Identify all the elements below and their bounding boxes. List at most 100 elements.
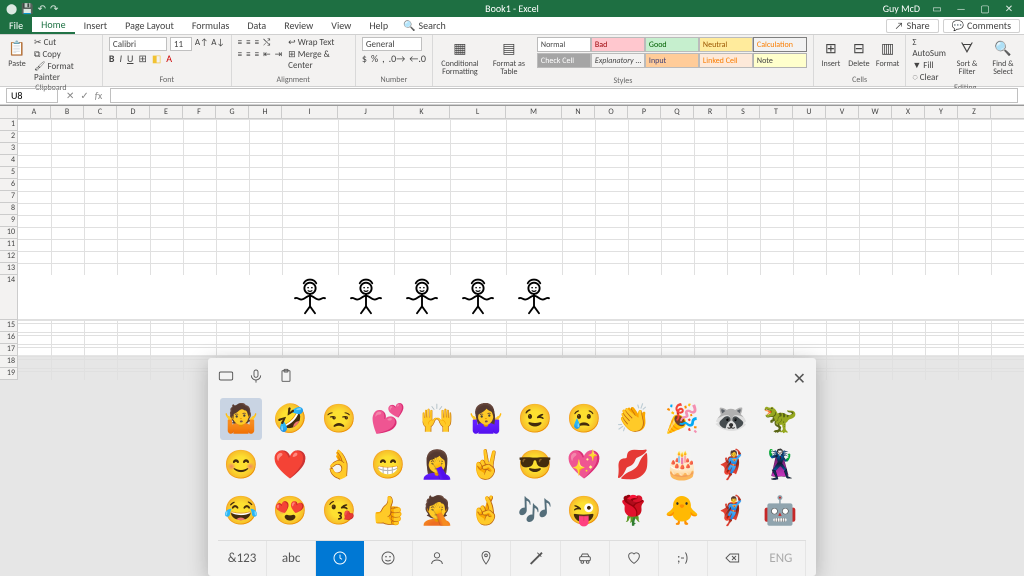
decimal-dec-icon[interactable]: ←.0 (409, 52, 426, 65)
row-header-11[interactable]: 11 (0, 239, 18, 251)
emoji-item[interactable]: 🦖 (759, 398, 801, 440)
emoji-item[interactable]: 👏 (612, 398, 654, 440)
tab-view[interactable]: View (322, 17, 360, 34)
tab-formulas[interactable]: Formulas (183, 17, 238, 34)
emoji-item[interactable]: 🤖 (759, 490, 801, 532)
undo-icon[interactable]: ↶ (38, 2, 46, 15)
redo-icon[interactable]: ↷ (50, 2, 58, 15)
clipboard-icon[interactable] (278, 368, 294, 389)
number-format-select[interactable]: General (362, 37, 422, 51)
col-header-E[interactable]: E (150, 106, 183, 118)
smileys-category-tab[interactable] (364, 541, 413, 576)
style-linked-cell[interactable]: Linked Cell (699, 53, 753, 68)
fill-color-button[interactable]: ◧ (152, 52, 161, 65)
cut-button[interactable]: ✂ Cut (34, 37, 96, 48)
col-header-Z[interactable]: Z (958, 106, 991, 118)
row-header-9[interactable]: 9 (0, 215, 18, 227)
select-all-corner[interactable] (0, 106, 18, 118)
percent-icon[interactable]: % (371, 52, 378, 65)
style-normal[interactable]: Normal (537, 37, 591, 52)
style-check-cell[interactable]: Check Cell (537, 53, 591, 68)
bold-button[interactable]: B (109, 52, 115, 65)
emoji-item[interactable]: 🤷 (220, 398, 262, 440)
emoji-item[interactable]: 😁 (367, 444, 409, 486)
worksheet-grid[interactable]: ABCDEFGHIJKLMNOPQRSTUVWXYZ 1234567891011… (0, 105, 1024, 355)
backspace-button[interactable] (708, 541, 757, 576)
tab-review[interactable]: Review (275, 17, 322, 34)
tab-page-layout[interactable]: Page Layout (116, 17, 183, 34)
cells-area[interactable] (18, 119, 1024, 380)
search-box[interactable]: 🔍 Search (403, 19, 446, 32)
font-color-button[interactable]: A (166, 52, 172, 65)
emoji-item[interactable]: 😊 (220, 444, 262, 486)
col-header-L[interactable]: L (450, 106, 506, 118)
fx-accept-icon[interactable]: ✓ (80, 89, 88, 102)
underline-button[interactable]: U (127, 52, 133, 65)
find-select-icon[interactable]: 🔍 (992, 37, 1014, 59)
emoji-item[interactable]: 🌹 (612, 490, 654, 532)
panel-close-icon[interactable]: ✕ (793, 369, 806, 389)
fill-button[interactable]: ▼ Fill (912, 60, 946, 71)
format-cells-icon[interactable]: ▥ (877, 37, 899, 59)
emoji-item[interactable]: 🦸‍♂️ (710, 490, 752, 532)
style-explanatory[interactable]: Explanatory ... (591, 53, 645, 68)
comma-icon[interactable]: , (382, 52, 385, 65)
conditional-formatting-icon[interactable]: ▦ (449, 37, 471, 59)
col-header-J[interactable]: J (338, 106, 394, 118)
emoji-item[interactable]: 🎂 (661, 444, 703, 486)
indent-inc-icon[interactable]: ⇥ (275, 49, 283, 60)
merge-center-button[interactable]: ⊞ Merge & Center (288, 49, 349, 71)
row-header-15[interactable]: 15 (0, 320, 18, 332)
emoji-item[interactable]: 🤣 (269, 398, 311, 440)
places-category-tab[interactable] (462, 541, 511, 576)
recent-emoji-tab[interactable] (316, 541, 364, 576)
emoji-item[interactable]: 🦹 (759, 444, 801, 486)
row-header-7[interactable]: 7 (0, 191, 18, 203)
emoji-item[interactable]: 😒 (318, 398, 360, 440)
symbols-category-tab[interactable] (610, 541, 659, 576)
style-good[interactable]: Good (645, 37, 699, 52)
col-header-G[interactable]: G (216, 106, 249, 118)
emoji-item[interactable]: 😂 (220, 490, 262, 532)
row-header-8[interactable]: 8 (0, 203, 18, 215)
emoji-item[interactable]: 👌 (318, 444, 360, 486)
col-header-T[interactable]: T (760, 106, 793, 118)
transport-category-tab[interactable] (561, 541, 610, 576)
emoji-item[interactable]: 😜 (563, 490, 605, 532)
insert-cells-icon[interactable]: ⊞ (820, 37, 842, 59)
emoji-item[interactable]: 😎 (514, 444, 556, 486)
kaomoji-tab[interactable]: ;-) (659, 541, 708, 576)
emoji-item[interactable]: 🎉 (661, 398, 703, 440)
decimal-inc-icon[interactable]: .0→ (389, 52, 406, 65)
row-header-12[interactable]: 12 (0, 251, 18, 263)
emoji-item[interactable]: ❤️ (269, 444, 311, 486)
formula-bar[interactable] (110, 88, 1018, 103)
col-header-W[interactable]: W (859, 106, 892, 118)
emoji-item[interactable]: 🤷‍♀️ (465, 398, 507, 440)
fx-icon[interactable]: fx (95, 89, 102, 102)
col-header-P[interactable]: P (628, 106, 661, 118)
col-header-V[interactable]: V (826, 106, 859, 118)
row-header-13[interactable]: 13 (0, 263, 18, 275)
style-neutral[interactable]: Neutral (699, 37, 753, 52)
font-family-select[interactable]: Calibri (109, 37, 167, 51)
align-top-icon[interactable]: ≡ (238, 37, 242, 48)
align-center-icon[interactable]: ≡ (246, 49, 250, 60)
indent-dec-icon[interactable]: ⇤ (263, 49, 271, 60)
col-header-I[interactable]: I (282, 106, 338, 118)
abc-keyboard-button[interactable]: abc (267, 541, 316, 576)
emoji-item[interactable]: ✌️ (465, 444, 507, 486)
font-size-select[interactable]: 11 (170, 37, 192, 51)
style-input[interactable]: Input (645, 53, 699, 68)
user-name[interactable]: Guy McD (883, 2, 920, 15)
col-header-B[interactable]: B (51, 106, 84, 118)
comments-button[interactable]: 💬 Comments (943, 19, 1020, 33)
row-header-1[interactable]: 1 (0, 119, 18, 131)
row-header-3[interactable]: 3 (0, 143, 18, 155)
name-box[interactable]: U8 (6, 88, 58, 103)
language-button[interactable]: ENG (757, 541, 806, 576)
currency-icon[interactable]: $ (362, 52, 367, 65)
row-header-18[interactable]: 18 (0, 356, 18, 368)
wrap-text-button[interactable]: ↩ Wrap Text (288, 37, 349, 48)
emoji-item[interactable]: 🙌 (416, 398, 458, 440)
